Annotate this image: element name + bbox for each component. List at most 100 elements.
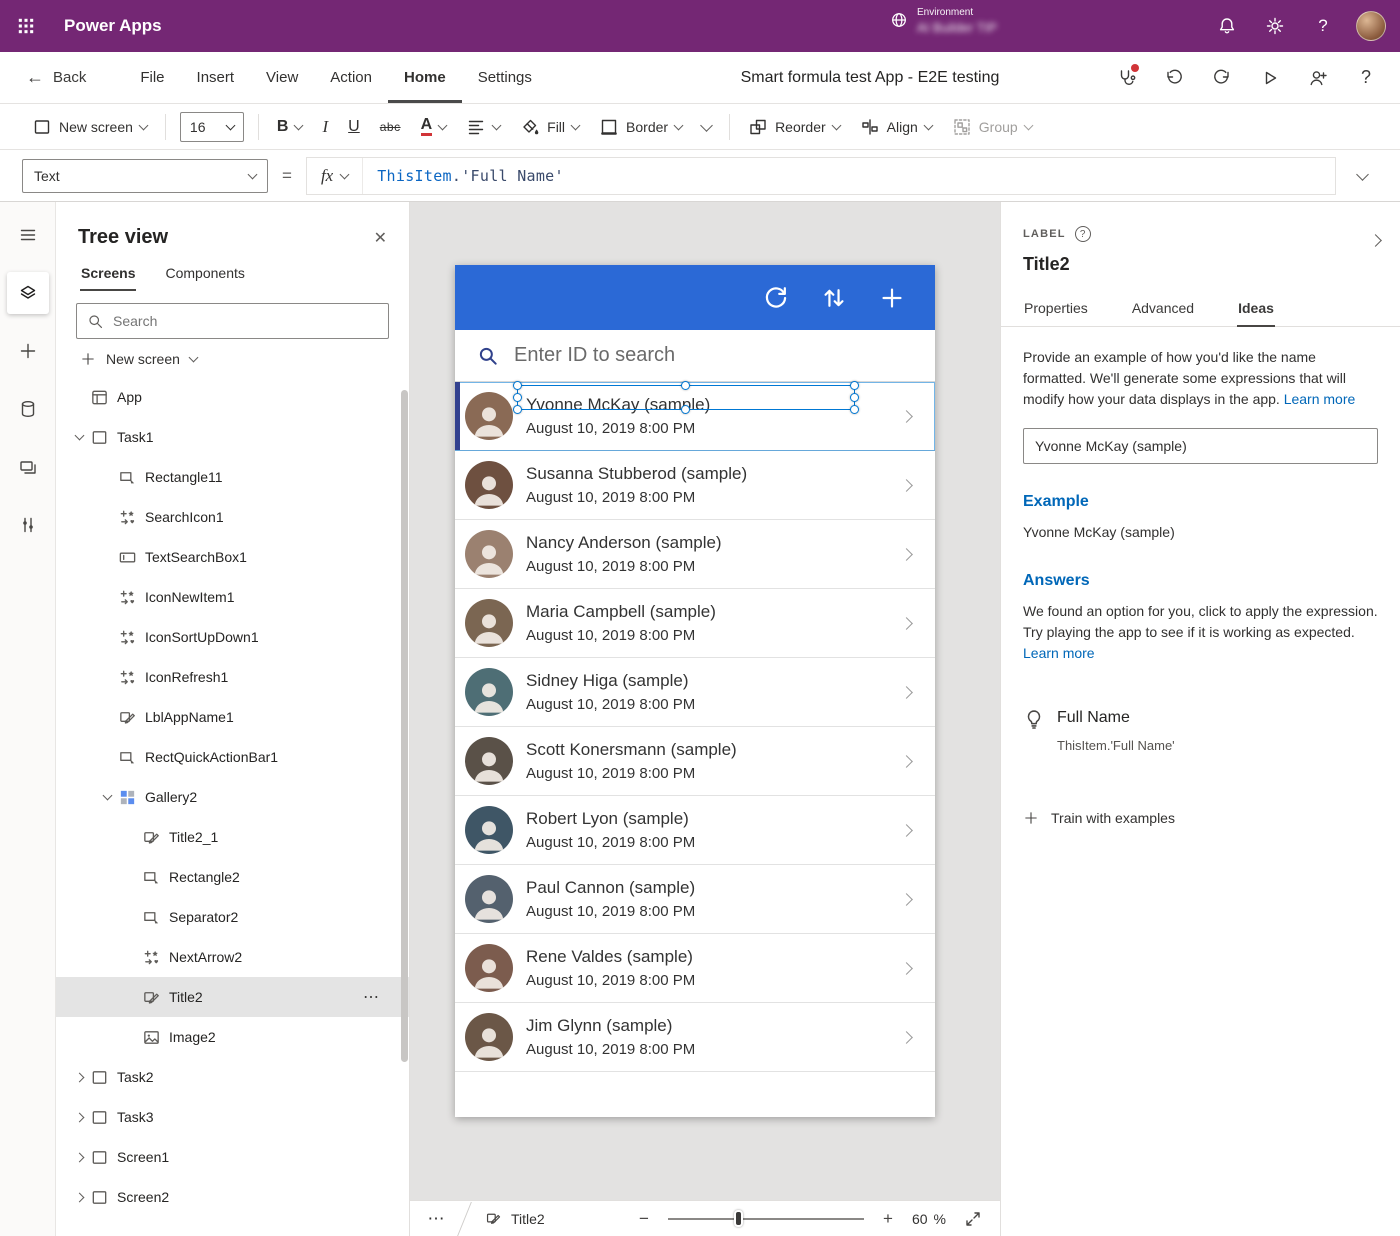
chevron-right-icon[interactable] — [900, 1031, 913, 1044]
expand-chevron[interactable] — [68, 1186, 90, 1208]
item-context-menu-button[interactable]: ⋯ — [363, 987, 381, 1007]
gallery-item[interactable]: Rene Valdes (sample)August 10, 2019 8:00… — [455, 934, 935, 1003]
collapse-rail-button[interactable] — [7, 214, 49, 256]
selection-handle[interactable] — [850, 405, 859, 414]
tree-item-task1[interactable]: Task1 — [56, 417, 409, 457]
expand-chevron[interactable] — [68, 1066, 90, 1088]
gallery-item[interactable]: Scott Konersmann (sample)August 10, 2019… — [455, 727, 935, 796]
tree-item-image2[interactable]: Image2 — [56, 1017, 409, 1057]
text-align-button[interactable] — [456, 109, 510, 145]
expand-chevron[interactable] — [68, 426, 90, 448]
tree-scrollbar[interactable] — [401, 390, 408, 1062]
tree-item-rectangle2[interactable]: Rectangle2 — [56, 857, 409, 897]
selection-handle[interactable] — [513, 381, 522, 390]
tree-item-separator2[interactable]: Separator2 — [56, 897, 409, 937]
phone-screen-preview[interactable]: Enter ID to search Yvonne McKay (sample)… — [455, 265, 935, 1117]
zoom-in-button[interactable]: + — [876, 1209, 900, 1229]
help-menu-button[interactable]: ? — [1344, 56, 1388, 100]
gallery-item[interactable]: Sidney Higa (sample)August 10, 2019 8:00… — [455, 658, 935, 727]
tab-properties[interactable]: Properties — [1023, 291, 1089, 326]
tree-search-input[interactable] — [113, 313, 378, 329]
property-selector[interactable]: Text — [22, 159, 268, 193]
zoom-out-button[interactable]: − — [632, 1209, 656, 1229]
chevron-right-icon[interactable] — [900, 893, 913, 906]
selection-handle[interactable] — [681, 381, 690, 390]
tree-new-screen-button[interactable]: New screen — [56, 339, 409, 375]
redo-button[interactable] — [1200, 56, 1244, 100]
more-formatting-button[interactable] — [692, 109, 721, 145]
tab-screens[interactable]: Screens — [80, 257, 136, 291]
insert-rail-button[interactable] — [7, 330, 49, 372]
chevron-right-icon[interactable] — [900, 410, 913, 423]
menu-item-file[interactable]: File — [124, 52, 180, 103]
formula-bar-expand-button[interactable] — [1342, 173, 1382, 179]
expand-chevron[interactable] — [68, 1146, 90, 1168]
tree-item-rectangle11[interactable]: Rectangle11 — [56, 457, 409, 497]
tab-advanced[interactable]: Advanced — [1131, 291, 1195, 326]
menu-item-home[interactable]: Home — [388, 52, 462, 103]
menu-item-action[interactable]: Action — [314, 52, 388, 103]
expand-chevron[interactable] — [68, 1106, 90, 1128]
tree-item-nextarrow2[interactable]: NextArrow2 — [56, 937, 409, 977]
chevron-right-icon[interactable] — [900, 962, 913, 975]
font-color-button[interactable]: A — [411, 109, 457, 145]
selection-handle[interactable] — [681, 405, 690, 414]
selection-handle[interactable] — [513, 393, 522, 402]
selection-handle[interactable] — [513, 405, 522, 414]
tree-item-screen2[interactable]: Screen2 — [56, 1177, 409, 1217]
zoom-slider-thumb[interactable] — [734, 1210, 743, 1227]
tree-item-title2[interactable]: Title2⋯ — [56, 977, 409, 1017]
selected-control-indicator[interactable]: Title2 — [485, 1210, 545, 1227]
account-button[interactable] — [1350, 5, 1392, 47]
more-button[interactable]: ⋯ — [410, 1209, 464, 1229]
bold-button[interactable]: B — [267, 109, 313, 145]
settings-button[interactable] — [1254, 5, 1296, 47]
formula-suggestion[interactable]: Full Name ThisItem.'Full Name' — [1023, 706, 1378, 756]
tab-ideas[interactable]: Ideas — [1237, 291, 1275, 327]
close-tree-view-button[interactable]: ✕ — [374, 228, 387, 248]
collapse-panel-button[interactable] — [1371, 232, 1380, 250]
strikethrough-button[interactable]: abc — [370, 109, 411, 145]
preview-app-button[interactable] — [1248, 56, 1292, 100]
chevron-right-icon[interactable] — [900, 548, 913, 561]
chevron-right-icon[interactable] — [900, 824, 913, 837]
back-button[interactable]: ← Back — [26, 67, 86, 88]
gallery-item[interactable]: Nancy Anderson (sample)August 10, 2019 8… — [455, 520, 935, 589]
selection-handle[interactable] — [850, 393, 859, 402]
tree-item-iconsortupdown1[interactable]: IconSortUpDown1 — [56, 617, 409, 657]
menu-item-insert[interactable]: Insert — [181, 52, 251, 103]
gallery-item[interactable]: Yvonne McKay (sample)August 10, 2019 8:0… — [455, 382, 935, 451]
tree-item-searchicon1[interactable]: SearchIcon1 — [56, 497, 409, 537]
tree-search-box[interactable] — [76, 303, 389, 339]
canvas-search-box[interactable]: Enter ID to search — [455, 330, 935, 382]
help-button[interactable]: ? — [1302, 5, 1344, 47]
tree-item-lblappname1[interactable]: LblAppName1 — [56, 697, 409, 737]
data-rail-button[interactable] — [7, 388, 49, 430]
italic-button[interactable]: I — [312, 109, 338, 145]
gallery-item[interactable]: Robert Lyon (sample)August 10, 2019 8:00… — [455, 796, 935, 865]
notifications-button[interactable] — [1206, 5, 1248, 47]
menu-item-view[interactable]: View — [250, 52, 314, 103]
help-icon[interactable]: ? — [1075, 226, 1091, 242]
learn-more-link[interactable]: Learn more — [1284, 391, 1356, 407]
tree-view-rail-button[interactable] — [7, 272, 49, 314]
fx-dropdown[interactable]: fx — [307, 158, 363, 194]
align-button[interactable]: Align — [850, 109, 942, 145]
new-screen-button[interactable]: New screen — [22, 109, 157, 145]
gallery-item[interactable]: Susanna Stubberod (sample)August 10, 201… — [455, 451, 935, 520]
train-with-examples-button[interactable]: Train with examples — [1023, 808, 1378, 829]
selection-handle[interactable] — [850, 381, 859, 390]
expand-chevron[interactable] — [96, 786, 118, 808]
share-app-button[interactable] — [1296, 56, 1340, 100]
refresh-icon[interactable] — [763, 285, 789, 311]
tree-item-textsearchbox1[interactable]: TextSearchBox1 — [56, 537, 409, 577]
tree-item-task3[interactable]: Task3 — [56, 1097, 409, 1137]
tree-item-gallery2[interactable]: Gallery2 — [56, 777, 409, 817]
chevron-right-icon[interactable] — [900, 686, 913, 699]
tree-item-title2-1[interactable]: Title2_1 — [56, 817, 409, 857]
menu-item-settings[interactable]: Settings — [462, 52, 548, 103]
media-rail-button[interactable] — [7, 446, 49, 488]
group-button[interactable]: Group — [942, 109, 1042, 145]
tree-item-app[interactable]: App — [56, 377, 409, 417]
undo-button[interactable] — [1152, 56, 1196, 100]
